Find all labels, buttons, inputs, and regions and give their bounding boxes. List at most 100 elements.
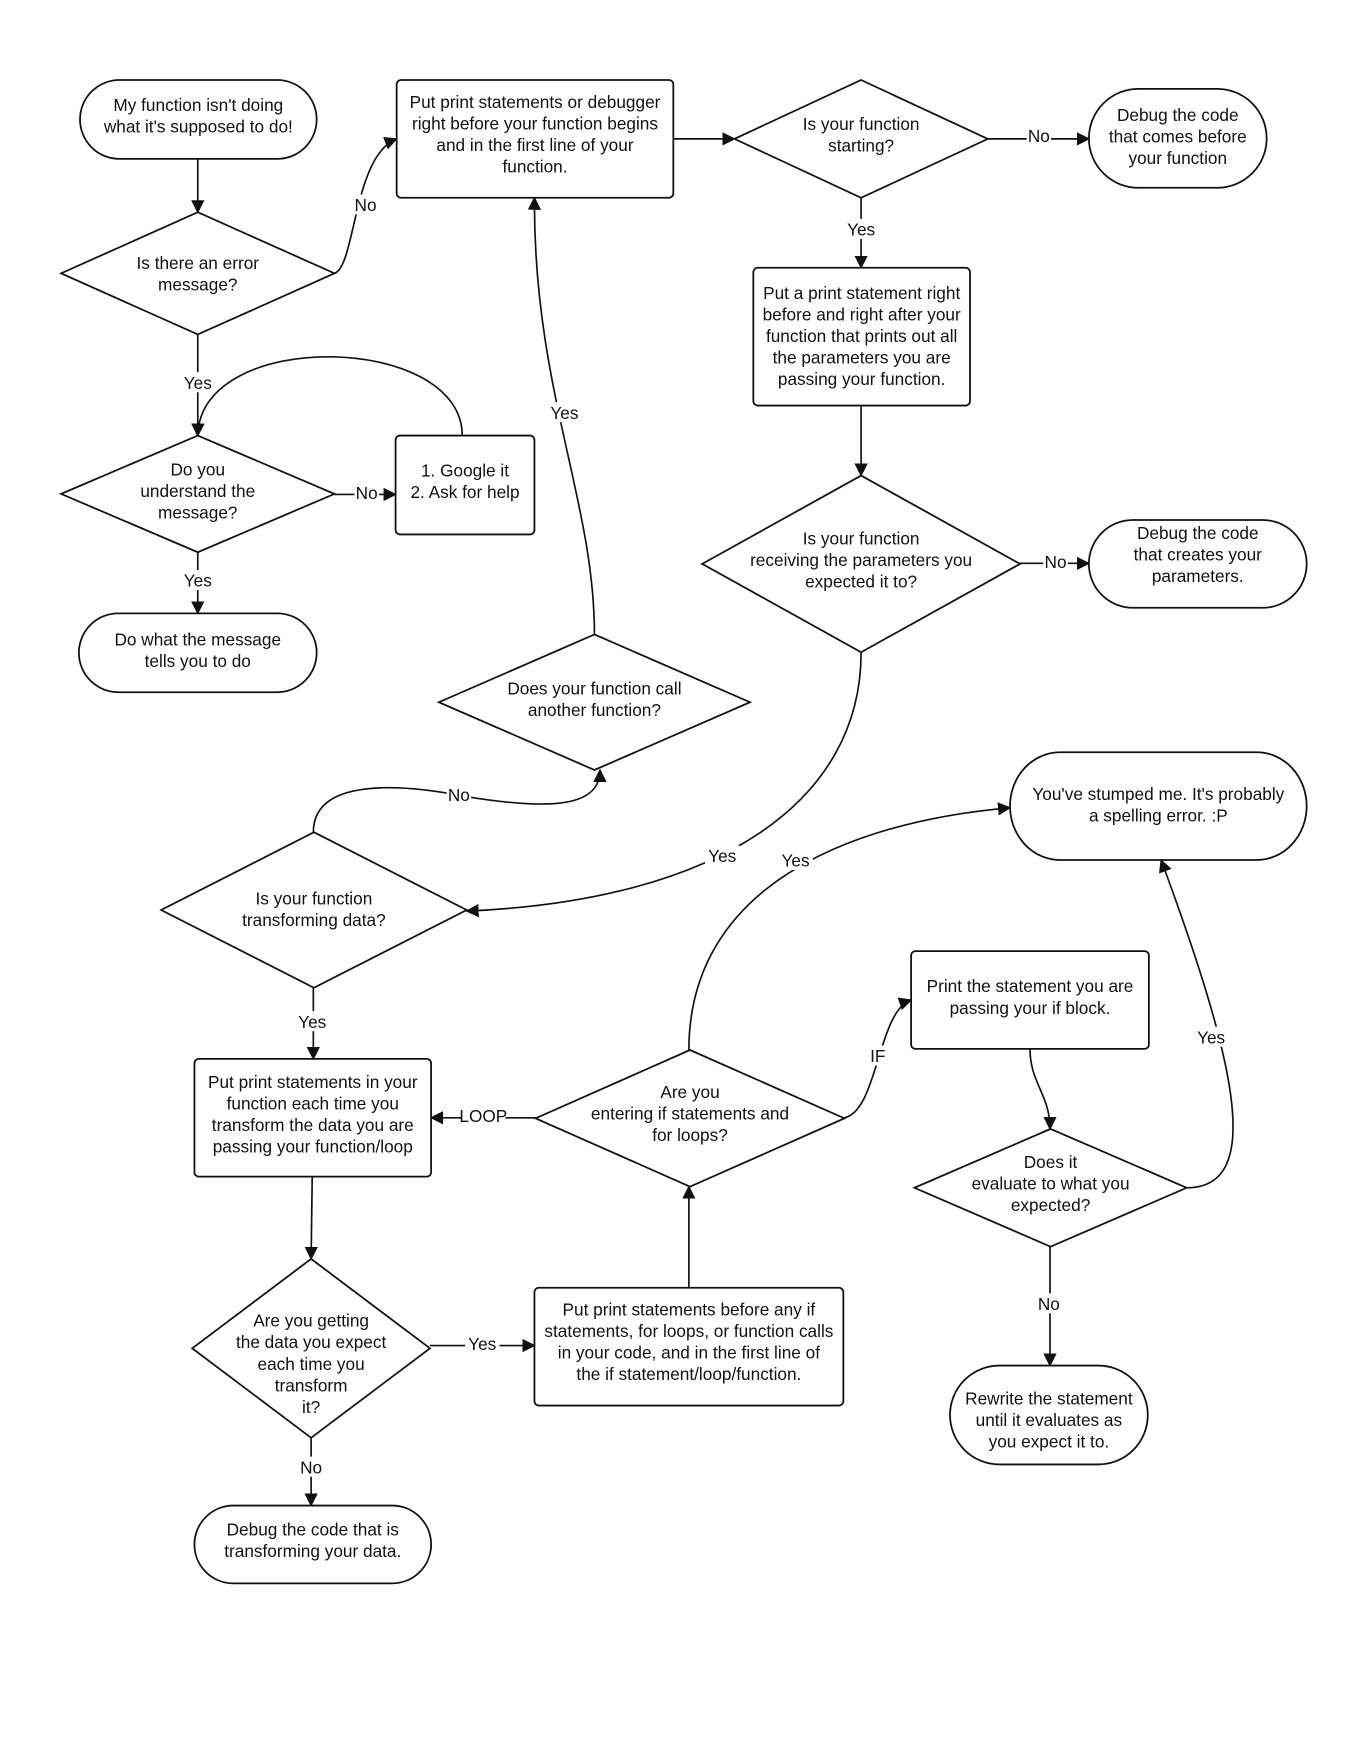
edge-label-text: Yes <box>184 571 212 591</box>
node-text-line: entering if statements and <box>591 1103 789 1123</box>
node-getting: Are you gettingthe data you expecteach t… <box>190 1257 432 1439</box>
edge-label-text: Yes <box>782 851 810 871</box>
node-rewrite: Rewrite the statementuntil it evaluates … <box>949 1364 1149 1466</box>
edge-label-text: Yes <box>550 403 578 423</box>
node-text-line: statements, for loops, or function calls <box>544 1321 833 1341</box>
node-text-line: Does your function call <box>507 678 681 698</box>
node-text-line: a spelling error. :P <box>1089 806 1228 826</box>
node-text-line: before and right after your <box>763 304 961 324</box>
node-print-params: Put a print statement rightbefore and ri… <box>752 266 971 407</box>
edge-label: No <box>446 784 472 805</box>
node-text-line: Is your function <box>803 114 920 134</box>
node-text-line: what it's supposed to do! <box>103 117 293 137</box>
edge-label: Yes <box>180 570 215 591</box>
node-text-line: message? <box>158 503 237 523</box>
node-text-line: Put print statements or debugger <box>410 92 661 112</box>
node-text-line: function that prints out all <box>766 326 957 346</box>
node-print-before-if: Put print statements before any ifstatem… <box>533 1286 845 1407</box>
node-text-line: understand the <box>140 481 255 501</box>
edge-label: IF <box>865 1045 890 1066</box>
node-transforming: Is your functiontransforming data? <box>159 831 469 989</box>
edge-label: Yes <box>547 402 582 423</box>
node-calls: Does your function callanother function? <box>436 633 753 771</box>
edge-label: LOOP <box>459 1105 507 1126</box>
node-text-line: parameters. <box>1152 566 1244 586</box>
node-text-line: Rewrite the statement <box>965 1388 1133 1408</box>
edge-label-text: No <box>448 785 470 805</box>
node-do-what: Do what the messagetells you to do <box>78 612 318 694</box>
node-stumped: You've stumped me. It's probablya spelli… <box>1009 751 1308 861</box>
edge-label-text: No <box>356 483 378 503</box>
node-text-line: the parameters you are <box>773 348 951 368</box>
node-text-line: Print the statement you are <box>927 976 1134 996</box>
node-text-line: evaluate to what you <box>972 1173 1130 1193</box>
node-text-line: Debug the code <box>1117 105 1239 125</box>
node-error: Is there an errormessage? <box>58 211 337 336</box>
edge-label: Yes <box>778 850 813 871</box>
node-text-line: and in the first line of your <box>436 135 633 155</box>
node-text-line: My function isn't doing <box>113 95 283 115</box>
node-print-loop: Put print statements in yourfunction eac… <box>193 1058 432 1178</box>
edge-label: Yes <box>1193 1026 1229 1047</box>
nodes-layer: My function isn't doingwhat it's suppose… <box>58 79 1308 1585</box>
edge-label-text: No <box>1045 552 1067 572</box>
node-google: 1. Google it2. Ask for help <box>394 434 536 536</box>
edge-label: No <box>354 482 379 503</box>
node-debug-params: Debug the codethat creates yourparameter… <box>1088 519 1308 609</box>
edge-label-text: IF <box>870 1046 885 1066</box>
node-text-line: the if statement/loop/function. <box>576 1364 801 1384</box>
node-text-line: expected it to? <box>805 572 917 592</box>
node-text-line: Debug the code <box>1137 523 1259 543</box>
node-text-line: receiving the parameters you <box>750 550 972 570</box>
node-text-line: function each time you <box>227 1093 399 1113</box>
node-text-line: passing your function. <box>778 369 946 389</box>
node-text-line: Put a print statement right <box>763 283 960 303</box>
edge-label-text: LOOP <box>459 1106 507 1126</box>
edge-label-text: Yes <box>468 1334 496 1354</box>
node-text-line: it? <box>302 1397 320 1417</box>
node-text-line: Is your function <box>803 528 920 548</box>
node-text-line: Are you <box>660 1082 719 1102</box>
edge-print-loop-to-getting <box>304 1176 318 1261</box>
node-text-line: 1. Google it <box>421 461 509 481</box>
edge-label-text: Yes <box>298 1012 326 1032</box>
node-debug-before: Debug the codethat comes beforeyour func… <box>1088 88 1268 189</box>
debugging-flowchart: My function isn't doingwhat it's suppose… <box>58 79 1308 1585</box>
node-text-line: Is your function <box>256 888 373 908</box>
node-text-line: You've stumped me. It's probably <box>1032 784 1284 804</box>
node-print-if: Print the statement you arepassing your … <box>910 950 1150 1050</box>
node-evaluate: Does itevaluate to what youexpected? <box>912 1127 1189 1248</box>
decision-diamond <box>58 211 337 336</box>
edge-label-text: Yes <box>847 220 875 240</box>
node-text-line: transform <box>275 1375 348 1395</box>
node-text-line: in your code, and in the first line of <box>558 1343 820 1363</box>
node-text-line: right before your function begins <box>412 113 658 133</box>
node-text-line: passing your if block. <box>950 998 1111 1018</box>
node-text-line: that comes before <box>1109 127 1247 147</box>
edge-label-text: No <box>300 1457 322 1477</box>
edge-label: Yes <box>843 218 879 240</box>
node-text-line: transform the data you are <box>212 1115 414 1135</box>
edge-evaluate-to-stumped <box>1159 858 1234 1189</box>
edge-label-text: No <box>1028 126 1050 146</box>
node-text-line: another function? <box>528 700 661 720</box>
edge-label-text: Yes <box>1197 1027 1225 1047</box>
node-receiving: Is your functionreceiving the parameters… <box>700 474 1022 654</box>
edge-label: No <box>353 194 378 215</box>
node-text-line: message? <box>158 274 237 294</box>
node-text-line: your function <box>1128 148 1227 168</box>
edge-label-text: Yes <box>708 846 736 866</box>
node-text-line: tells you to do <box>145 651 251 671</box>
node-text-line: for loops? <box>652 1125 728 1145</box>
node-text-line: starting? <box>828 136 894 156</box>
node-understand: Do youunderstand themessage? <box>58 434 337 554</box>
node-text-line: you expect it to. <box>989 1432 1110 1452</box>
edge-label: No <box>1036 1293 1062 1314</box>
edge-label-text: Yes <box>184 373 212 393</box>
node-text-line: Put print statements before any if <box>563 1300 816 1320</box>
edge-label: Yes <box>295 1011 330 1032</box>
node-text-line: Are you getting <box>253 1311 369 1331</box>
node-text-line: Do you <box>170 460 225 480</box>
edge-label: Yes <box>705 845 740 866</box>
edge-label-text: No <box>1038 1294 1060 1314</box>
